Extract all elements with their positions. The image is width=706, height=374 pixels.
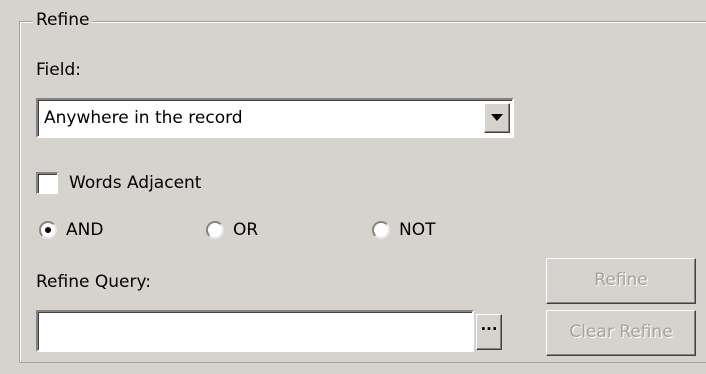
browse-button[interactable]: ···: [476, 314, 502, 350]
field-select[interactable]: Anywhere in the record: [36, 98, 514, 138]
not-radio[interactable]: [372, 221, 390, 239]
or-radio-label[interactable]: OR: [233, 220, 258, 240]
chevron-down-icon: [491, 114, 503, 121]
and-radio[interactable]: [39, 221, 57, 239]
field-selected-value: Anywhere in the record: [44, 108, 243, 128]
refine-query-input[interactable]: [36, 310, 474, 352]
words-adjacent-checkbox[interactable]: [36, 172, 58, 194]
ellipsis-icon: ···: [480, 320, 498, 338]
field-dropdown-button[interactable]: [484, 103, 510, 133]
words-adjacent-label[interactable]: Words Adjacent: [69, 173, 201, 193]
clear-refine-button[interactable]: Clear Refine: [546, 310, 696, 356]
field-label: Field:: [36, 60, 81, 80]
and-radio-label[interactable]: AND: [66, 220, 103, 240]
refine-query-label: Refine Query:: [36, 272, 152, 292]
not-radio-label[interactable]: NOT: [399, 220, 435, 240]
radio-selected-dot: [45, 227, 51, 233]
group-title: Refine: [33, 10, 93, 30]
refine-panel: Refine Field: Anywhere in the record Wor…: [0, 0, 706, 374]
refine-button[interactable]: Refine: [546, 258, 696, 304]
or-radio[interactable]: [206, 221, 224, 239]
